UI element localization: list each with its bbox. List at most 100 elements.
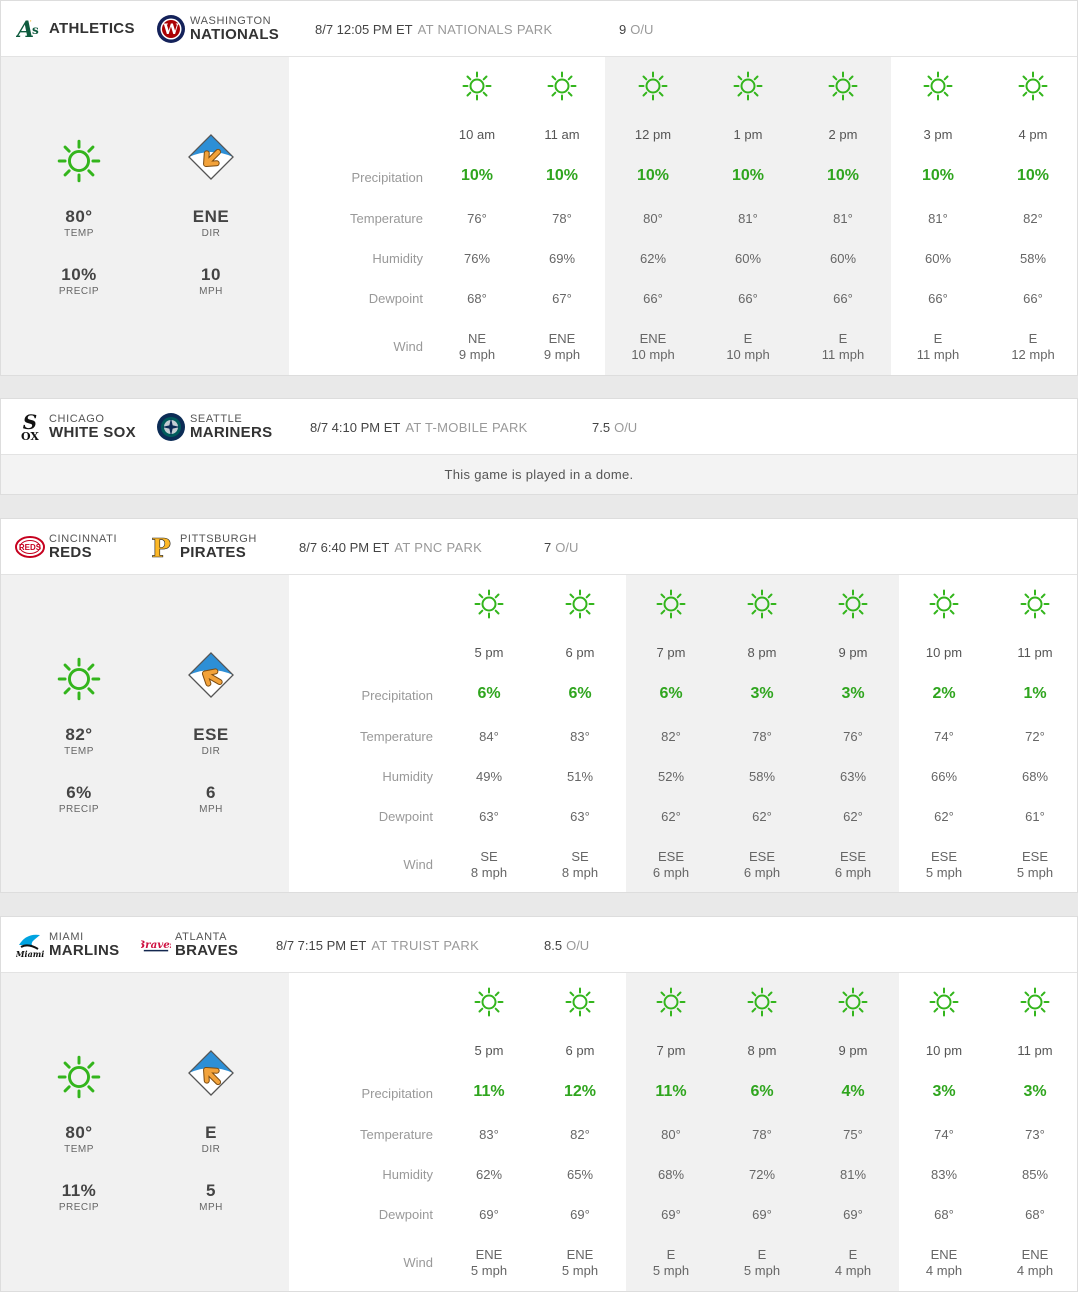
hour-wind: ESE 6 mph [631, 849, 711, 881]
hour-humidity: 62% [639, 251, 667, 266]
hour-time: 10 pm [925, 645, 963, 660]
hour-time: 9 pm [838, 645, 868, 660]
row-label-precipitation: Precipitation [361, 1086, 433, 1101]
home-team[interactable]: Braves ATLANTA BRAVES [141, 917, 238, 973]
sun-icon [929, 589, 959, 619]
hour-humidity: 58% [748, 769, 776, 784]
reds-logo: REDS [15, 532, 45, 562]
hour-wind: ESE 5 mph [904, 849, 984, 881]
hour-wind-speed: 6 mph [652, 865, 690, 880]
hour-wind: SE 8 mph [449, 849, 529, 881]
home-team[interactable]: P PITTSBURGH PIRATES [146, 519, 257, 575]
hour-wind-speed: 5 mph [470, 1263, 508, 1278]
hour-wind: E 11 mph [898, 331, 978, 363]
hour-humidity: 85% [1021, 1167, 1049, 1182]
game-time: 8/7 4:10 PM ET [310, 419, 401, 435]
svg-text:P: P [151, 534, 171, 562]
venue: AT TRUIST PARK [371, 937, 480, 953]
away-team[interactable]: As ' ATHLETICS [15, 1, 135, 57]
home-team-name: MARINERS [190, 423, 273, 441]
away-team[interactable]: Miami MIAMI MARLINS [15, 917, 119, 973]
svg-text:Miami: Miami [16, 949, 44, 959]
away-team-name: ATHLETICS [49, 19, 135, 37]
hour-column: 1 pm 10% 81° 60% 66° E 10 mph [708, 57, 788, 375]
summary-mph-label: MPH [199, 1202, 223, 1213]
hour-precip: 6% [659, 685, 683, 702]
hour-precip: 10% [1016, 167, 1050, 184]
hour-temp: 83° [570, 729, 590, 744]
row-labels: Precipitation Temperature Humidity Dewpoint… [289, 973, 439, 1291]
hour-time: 9 pm [838, 1043, 868, 1058]
hour-wind-dir: ESE [930, 849, 957, 864]
hour-precip: 11% [655, 1083, 687, 1100]
summary-temp: 80° TEMP [39, 1123, 119, 1155]
hour-column: 11 pm 3% 73° 85% 68° ENE 4 mph [995, 973, 1075, 1291]
hour-wind-speed: 9 mph [458, 347, 496, 362]
away-team[interactable]: REDS CINCINNATI REDS [15, 519, 117, 575]
hour-dewpoint: 61° [1025, 809, 1045, 824]
sun-icon [474, 589, 504, 619]
hour-dewpoint: 62° [752, 809, 772, 824]
sun-icon [39, 1055, 119, 1095]
sun-icon [838, 589, 868, 619]
summary-precip-value: 10% [61, 265, 97, 284]
home-team[interactable]: W WASHINGTON NATIONALS [156, 1, 279, 57]
hour-wind-dir: E [848, 1247, 858, 1262]
game-header: Miami MIAMI MARLINS Braves ATLANTA BRAVE… [1, 917, 1077, 973]
hour-wind: ESE 5 mph [995, 849, 1075, 881]
game-time: 8/7 7:15 PM ET [276, 937, 367, 953]
hour-time: 8 pm [747, 1043, 777, 1058]
hour-temp: 73° [1025, 1127, 1045, 1142]
hour-time: 6 pm [565, 645, 595, 660]
hour-temp: 78° [752, 1127, 772, 1142]
white-sox-logo: S OX [15, 412, 45, 442]
hour-wind: SE 8 mph [540, 849, 620, 881]
summary-temp-value: 82° [65, 725, 93, 744]
hour-dewpoint: 66° [738, 291, 758, 306]
row-label-wind: Wind [393, 339, 423, 354]
hour-precip: 3% [1023, 1083, 1047, 1100]
summary-precip: 6% PRECIP [39, 783, 119, 815]
hour-wind-speed: 5 mph [561, 1263, 599, 1278]
hour-dewpoint: 69° [570, 1207, 590, 1222]
hour-humidity: 83% [930, 1167, 958, 1182]
hour-wind-speed: 11 mph [821, 347, 865, 362]
hour-time: 11 am [544, 127, 580, 142]
hour-column: 5 pm 6% 84° 49% 63° SE 8 mph [449, 575, 529, 892]
hour-wind: E 12 mph [993, 331, 1073, 363]
hour-time: 6 pm [565, 1043, 595, 1058]
over-under: 7.5 O/U [592, 399, 637, 455]
sun-icon [733, 71, 763, 101]
game-card: S OX CHICAGO WHITE SOX SEATTLE MARINERS 8… [0, 398, 1078, 495]
weather-body: 80° TEMP ENE DIR 10% PRECIP 10 MPH Precipitation… [1, 57, 1077, 375]
row-labels: Precipitation Temperature Humidity Dewpoint… [289, 575, 439, 892]
hour-humidity: 68% [1021, 769, 1049, 784]
hour-dewpoint: 62° [843, 809, 863, 824]
hour-wind-dir: SE [571, 849, 589, 864]
hour-temp: 75° [843, 1127, 863, 1142]
ou-label: O/U [614, 419, 638, 435]
away-team[interactable]: S OX CHICAGO WHITE SOX [15, 399, 136, 455]
svg-text:W: W [162, 22, 179, 38]
summary-temp-value: 80° [65, 1123, 93, 1142]
sun-icon [656, 589, 686, 619]
hour-wind: ENE 10 mph [613, 331, 693, 363]
hour-wind-dir: ENE [639, 331, 667, 346]
hour-column: 8 pm 3% 78° 58% 62° ESE 6 mph [722, 575, 802, 892]
home-team-name: NATIONALS [190, 25, 280, 43]
summary-precip-label: PRECIP [58, 1202, 100, 1213]
hour-wind: ENE 5 mph [540, 1247, 620, 1279]
hour-wind-speed: 10 mph [726, 347, 770, 362]
hour-wind: NE 9 mph [437, 331, 517, 363]
hour-wind-dir: E [933, 331, 943, 346]
home-team[interactable]: SEATTLE MARINERS [156, 399, 272, 455]
over-under: 9 O/U [619, 1, 653, 57]
away-team-name: WHITE SOX [49, 423, 136, 441]
row-label-dewpoint: Dewpoint [378, 809, 433, 824]
summary-dir-value: ENE [192, 207, 230, 226]
hour-precip: 12% [563, 1083, 597, 1100]
hour-time: 5 pm [474, 1043, 504, 1058]
game-summary: 80° TEMP ENE DIR 10% PRECIP 10 MPH [1, 57, 289, 375]
row-label-temperature: Temperature [350, 211, 423, 226]
hour-precip: 6% [750, 1083, 774, 1100]
